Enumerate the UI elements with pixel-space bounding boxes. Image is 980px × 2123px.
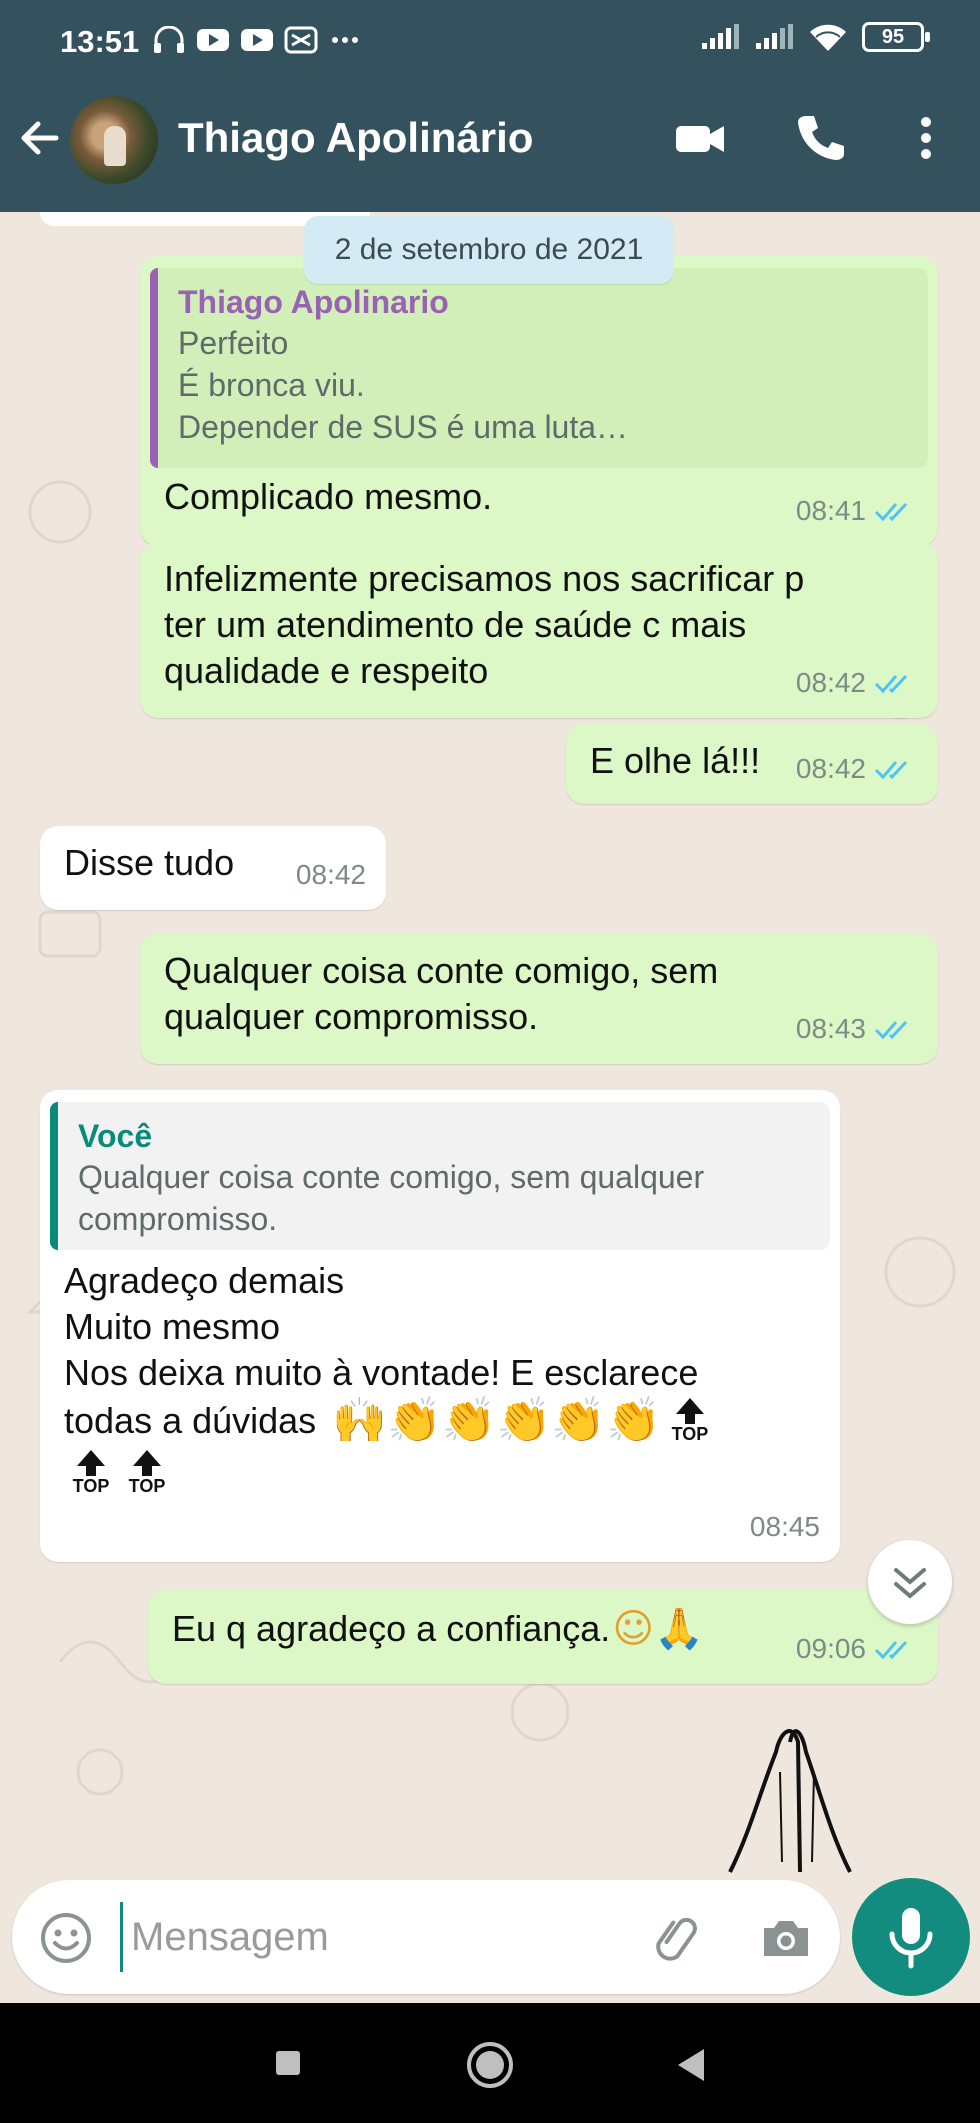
message-line: Nos deixa muito à vontade! E esclarece	[64, 1352, 699, 1393]
top-emoji: TOP	[663, 1398, 717, 1444]
phone-icon[interactable]	[792, 110, 848, 166]
quoted-message[interactable]: Thiago Apolinario Perfeito É bronca viu.…	[150, 268, 928, 468]
wifi-icon	[810, 24, 846, 51]
quote-author: Thiago Apolinario	[178, 284, 449, 320]
system-navigation-bar	[0, 2003, 980, 2123]
quoted-message[interactable]: Você Qualquer coisa conte comigo, sem qu…	[50, 1102, 830, 1250]
date-chip: 2 de setembro de 2021	[304, 216, 674, 284]
top-emoji: TOP	[120, 1450, 174, 1496]
read-ticks-icon	[874, 1020, 908, 1040]
smile-pray-emojis: ☺🙏	[612, 1606, 704, 1652]
message-line: ter um atendimento de saúde c mais	[164, 604, 747, 645]
status-system-icons: 95	[700, 22, 930, 52]
message-meta: 09:06	[796, 1626, 918, 1672]
capcut-icon	[284, 26, 318, 54]
quote-line: Perfeito	[178, 325, 289, 361]
youtube-icon	[197, 29, 229, 51]
quote-line: compromisso.	[78, 1201, 278, 1237]
message-time: 08:41	[795, 495, 866, 526]
message-meta: 08:42	[796, 660, 918, 706]
youtube-icon	[241, 29, 273, 51]
clapping-emojis: 🙌👏👏👏👏👏	[332, 1395, 661, 1446]
message-bubble-outgoing[interactable]: Eu q agradeço a confiança. ☺🙏 09:06	[148, 1590, 938, 1684]
attach-icon[interactable]	[650, 1910, 706, 1966]
read-ticks-icon	[874, 1640, 908, 1660]
quote-line: Depender de SUS é uma luta…	[178, 409, 629, 445]
message-input[interactable]	[120, 1902, 640, 1972]
message-bubble-outgoing[interactable]: Infelizmente precisamos nos sacrificar p…	[140, 542, 938, 718]
quote-line: É bronca viu.	[178, 367, 365, 403]
message-line: todas a dúvidas	[64, 1400, 317, 1441]
quote-author: Você	[78, 1118, 153, 1154]
mic-icon	[889, 1908, 933, 1969]
headphones-icon	[154, 26, 184, 53]
more-dots-icon	[332, 37, 358, 43]
top-emoji: TOP	[64, 1450, 118, 1496]
message-meta: 08:42	[296, 852, 366, 898]
mic-button[interactable]	[852, 1878, 970, 1996]
contact-avatar[interactable]	[70, 96, 158, 184]
quote-line: Qualquer coisa conte comigo, sem qualque…	[78, 1159, 705, 1195]
status-bar: 13:51 95	[0, 0, 980, 72]
message-line: Agradeço demais	[64, 1260, 345, 1301]
read-ticks-icon	[874, 674, 908, 694]
message-time: 08:42	[795, 667, 866, 698]
chat-header: Thiago Apolinário	[0, 72, 980, 212]
message-composer	[12, 1880, 840, 1994]
message-bubble-outgoing[interactable]: Thiago Apolinario Perfeito É bronca viu.…	[140, 256, 938, 546]
message-time: 08:42	[295, 859, 366, 890]
message-meta: 08:41	[796, 488, 918, 534]
battery-indicator: 95	[862, 22, 930, 52]
message-bubble-outgoing[interactable]: Qualquer coisa conte comigo, sem qualque…	[140, 934, 938, 1064]
back-arrow-icon[interactable]	[16, 114, 64, 162]
message-meta: 08:43	[796, 1006, 918, 1052]
message-time: 08:45	[749, 1511, 820, 1542]
status-notification-icons	[152, 26, 362, 54]
signal-icon	[702, 24, 739, 49]
camera-icon[interactable]	[758, 1910, 814, 1966]
double-chevron-down-icon	[894, 1568, 926, 1599]
emoji-icon[interactable]	[38, 1910, 94, 1966]
message-time: 08:42	[795, 753, 866, 784]
message-bubble-incoming[interactable]: Disse tudo 08:42	[40, 826, 386, 910]
message-line: Qualquer coisa conte comigo, sem	[164, 950, 719, 991]
menu-dots-icon[interactable]	[898, 110, 954, 166]
home-circle-icon[interactable]	[464, 2039, 516, 2091]
message-line: Muito mesmo	[64, 1306, 281, 1347]
contact-name[interactable]: Thiago Apolinário	[178, 114, 533, 162]
message-line: Infelizmente precisamos nos sacrificar p	[164, 558, 805, 599]
message-emoji-line: TOP TOP	[64, 1450, 816, 1496]
message-bubble-outgoing[interactable]: E olhe lá!!! 08:42	[566, 724, 938, 804]
message-time: 08:43	[795, 1013, 866, 1044]
message-meta: 08:42	[796, 746, 918, 792]
message-emoji-line: todas a dúvidas 🙌👏👏👏👏👏 TOP	[64, 1396, 816, 1446]
signal-icon	[756, 24, 793, 49]
message-text: Eu q agradeço a confiança.	[172, 1608, 611, 1649]
message-bubble-incoming[interactable]: Você Qualquer coisa conte comigo, sem qu…	[40, 1090, 840, 1562]
video-call-icon[interactable]	[672, 110, 728, 166]
message-meta: 08:45	[750, 1504, 820, 1550]
praying-hands-sticker[interactable]	[720, 1712, 860, 1880]
read-ticks-icon	[874, 502, 908, 522]
recents-square-icon[interactable]	[268, 2043, 308, 2083]
status-time: 13:51	[60, 24, 140, 59]
scroll-to-bottom-button[interactable]	[868, 1540, 952, 1624]
chat-area[interactable]: Thiago Apolinario Perfeito É bronca viu.…	[0, 212, 980, 1880]
back-triangle-icon[interactable]	[668, 2041, 716, 2089]
message-time: 09:06	[795, 1633, 866, 1664]
read-ticks-icon	[874, 760, 908, 780]
